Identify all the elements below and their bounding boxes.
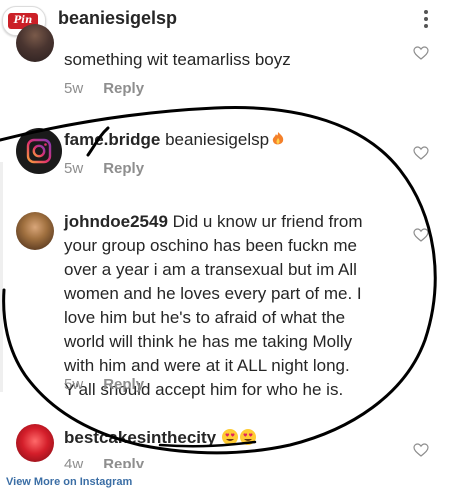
- hand-drawn-annotation: [0, 106, 437, 455]
